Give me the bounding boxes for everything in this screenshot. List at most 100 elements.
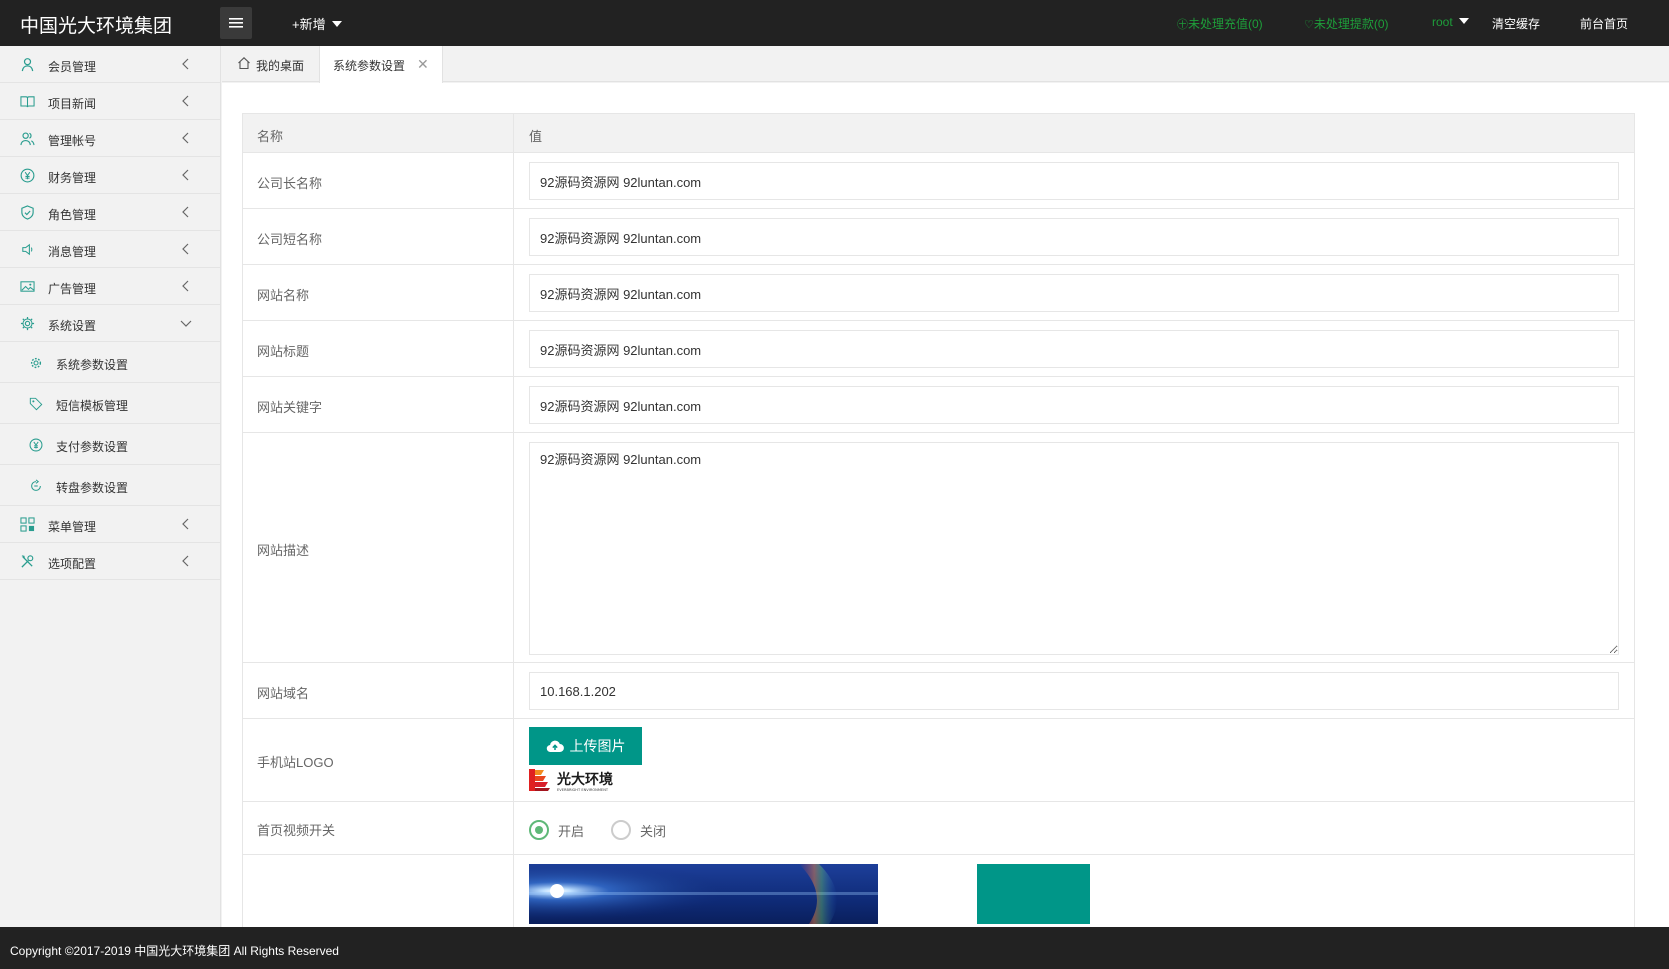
- front-home-link[interactable]: 前台首页: [1580, 15, 1628, 32]
- sidebar-subitem-sms-templates[interactable]: 短信模板管理: [0, 383, 220, 424]
- close-icon[interactable]: ✕: [417, 56, 429, 73]
- settings-table: 名称 值 公司长名称 公司短名称 网站名称 网站标题 网站关键字 网站描述 92…: [242, 113, 1635, 927]
- everbright-logo-image: 光大环境 EVERBRIGHT ENVIRONMENT: [529, 769, 613, 792]
- table-row: 公司短名称: [243, 209, 1634, 265]
- site-keywords-input[interactable]: [529, 386, 1619, 424]
- logo-text: 光大环境: [556, 771, 613, 788]
- radio-unchecked-icon: [611, 820, 631, 840]
- row-label-cell: 公司短名称: [243, 209, 514, 264]
- video-cover-image: [529, 864, 878, 924]
- tab-my-desktop[interactable]: 我的桌面: [222, 46, 318, 82]
- row-label-cell: 网站标题: [243, 321, 514, 376]
- row-label-cell: [243, 855, 514, 927]
- sidebar-item-label: 消息管理: [48, 245, 97, 259]
- upload-button-label: 上传图片: [569, 738, 626, 754]
- tag-icon: [29, 397, 43, 411]
- row-value-cell: [515, 321, 1634, 376]
- pending-recharge-link[interactable]: ㊉未处理充值(0): [1177, 15, 1263, 32]
- chevron-left-icon: [182, 58, 189, 70]
- row-value-cell: [515, 209, 1634, 264]
- sidebar-item-label: 选项配置: [48, 557, 97, 571]
- tab-label: 系统参数设置: [333, 59, 406, 73]
- tools-icon: [21, 555, 34, 568]
- sidebar-subitem-label: 短信模板管理: [56, 399, 129, 413]
- sidebar-item-ads[interactable]: 广告管理: [0, 268, 220, 305]
- sidebar-item-label: 广告管理: [48, 282, 97, 296]
- site-name-input[interactable]: [529, 274, 1619, 312]
- chevron-left-icon: [182, 169, 189, 181]
- row-label-cell: 网站关键字: [243, 377, 514, 432]
- row-label-cell: 网站域名: [243, 663, 514, 718]
- chevron-left-icon: [182, 95, 189, 107]
- chevron-left-icon: [182, 132, 189, 144]
- table-row: 网站域名: [243, 663, 1634, 719]
- home-icon: [238, 57, 250, 70]
- image-icon: [20, 281, 35, 292]
- company-short-name-input[interactable]: [529, 218, 1619, 256]
- company-full-name-input[interactable]: [529, 162, 1619, 200]
- chevron-down-icon: [180, 320, 192, 327]
- row-value-cell: [515, 855, 1634, 927]
- sidebar-subitem-system-params[interactable]: 系统参数设置: [0, 342, 220, 383]
- site-title-input[interactable]: [529, 330, 1619, 368]
- chevron-left-icon: [182, 518, 189, 530]
- cycle-icon: [31, 479, 41, 491]
- grid-icon: [20, 517, 35, 532]
- sidebar-item-admins[interactable]: 管理帐号: [0, 120, 220, 157]
- sidebar-item-menus[interactable]: 菜单管理: [0, 506, 220, 543]
- chevron-left-icon: [182, 280, 189, 292]
- pending-withdraw-link[interactable]: ♡未处理提款(0): [1304, 15, 1389, 32]
- sidebar-item-label: 项目新闻: [48, 97, 97, 111]
- column-header-name: 名称: [257, 129, 284, 144]
- row-label: 公司长名称: [257, 176, 323, 191]
- site-description-textarea[interactable]: 92源码资源网 92luntan.com: [529, 442, 1619, 655]
- sidebar-item-system-settings[interactable]: 系统设置: [0, 305, 220, 342]
- upload-image-button[interactable]: 上传图片: [529, 727, 642, 765]
- sidebar-item-label: 管理帐号: [48, 134, 97, 148]
- video-off-radio[interactable]: 关闭: [611, 820, 666, 840]
- row-label-cell: 首页视频开关: [243, 802, 514, 854]
- sidebar-subitem-wheel-params[interactable]: 转盘参数设置: [0, 465, 220, 506]
- video-on-radio[interactable]: 开启: [529, 820, 584, 840]
- row-label: 网站名称: [257, 288, 310, 303]
- row-label: 网站标题: [257, 344, 310, 359]
- sidebar-item-roles[interactable]: 角色管理: [0, 194, 220, 231]
- users-icon: [20, 132, 35, 146]
- caret-down-icon: [1458, 18, 1469, 24]
- yen-icon: [29, 438, 43, 452]
- logo-subtext: EVERBRIGHT ENVIRONMENT: [557, 788, 609, 792]
- top-header: 中国光大环境集团 +新增 ㊉未处理充值(0) ♡未处理提款(0) root 清空…: [0, 0, 1669, 46]
- user-menu[interactable]: root: [1432, 15, 1469, 29]
- clear-cache-link[interactable]: 清空缓存: [1492, 15, 1540, 32]
- row-value-cell: 上传图片 光大环境 EVERBRIGHT ENVIRONMENT: [515, 719, 1634, 801]
- add-new-dropdown[interactable]: +新增: [292, 14, 342, 33]
- sidebar-toggle-button[interactable]: [220, 7, 252, 39]
- user-icon: [21, 58, 34, 72]
- table-row: 公司长名称: [243, 153, 1634, 209]
- sidebar-item-options[interactable]: 选项配置: [0, 543, 220, 580]
- sidebar-subitem-payment-params[interactable]: 支付参数设置: [0, 424, 220, 465]
- app-logo[interactable]: 中国光大环境集团: [20, 11, 172, 38]
- table-row: 手机站LOGO 上传图片 光大环境 EVERBRIGHT ENVIRONMENT: [243, 719, 1634, 802]
- sidebar-item-messages[interactable]: 消息管理: [0, 231, 220, 268]
- menu-icon: [229, 18, 243, 28]
- tab-label: 我的桌面: [256, 59, 305, 73]
- sidebar-item-members[interactable]: 会员管理: [0, 46, 220, 83]
- table-row: 网站描述 92源码资源网 92luntan.com: [243, 433, 1634, 663]
- sidebar-item-news[interactable]: 项目新闻: [0, 83, 220, 120]
- site-domain-input[interactable]: [529, 672, 1619, 710]
- sidebar-subitem-label: 支付参数设置: [56, 440, 129, 454]
- chevron-left-icon: [182, 206, 189, 218]
- chevron-left-icon: [182, 243, 189, 255]
- sidebar-item-label: 系统设置: [48, 319, 97, 333]
- space-flare-graphic: [529, 864, 878, 924]
- video-upload-button[interactable]: [977, 864, 1090, 924]
- speaker-icon: [22, 243, 33, 256]
- table-row: 网站关键字: [243, 377, 1634, 433]
- sidebar-item-finance[interactable]: 财务管理: [0, 157, 220, 194]
- row-label: 网站关键字: [257, 400, 323, 415]
- radio-checked-icon: [529, 820, 549, 840]
- tab-system-params[interactable]: 系统参数设置 ✕: [319, 46, 443, 83]
- row-label-cell: 手机站LOGO: [243, 719, 514, 801]
- row-label-cell: 网站描述: [243, 433, 514, 662]
